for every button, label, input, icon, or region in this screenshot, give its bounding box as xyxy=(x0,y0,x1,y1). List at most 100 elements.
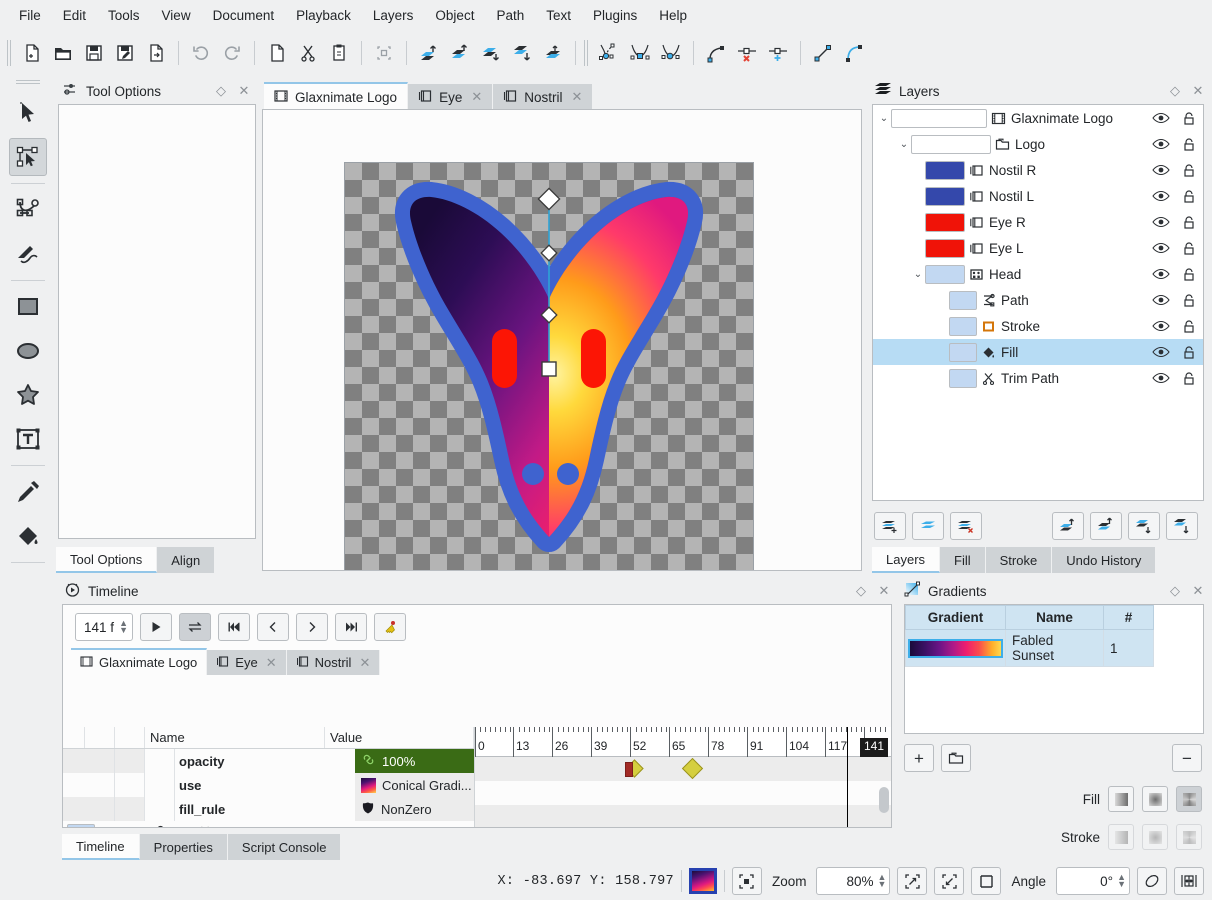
open-file-icon[interactable] xyxy=(48,38,78,68)
visibility-toggle-icon[interactable] xyxy=(1147,137,1175,151)
visibility-toggle-icon[interactable] xyxy=(1147,189,1175,203)
canvas-tab-nostril[interactable]: Nostril ✕ xyxy=(493,84,594,110)
tool-freehand[interactable] xyxy=(9,235,47,273)
save-as-icon[interactable] xyxy=(110,38,140,68)
canvas-tab-glaxnimate-logo[interactable]: Glaxnimate Logo xyxy=(264,82,409,110)
layer-color-swatch[interactable] xyxy=(925,264,965,284)
expand-toggle-icon[interactable]: ⌄ xyxy=(897,139,911,150)
add-gradient-button[interactable]: + xyxy=(904,744,934,772)
canvas-tab-eye[interactable]: Eye ✕ xyxy=(408,84,494,110)
keyframe-lane-opacity[interactable] xyxy=(475,757,891,781)
frame-spinbox[interactable]: 141 f ▲ ▼ xyxy=(75,613,133,641)
layer-color-swatch[interactable] xyxy=(949,316,977,336)
lock-toggle-icon[interactable] xyxy=(1175,319,1203,334)
save-icon[interactable] xyxy=(79,38,109,68)
view-mode-button[interactable] xyxy=(1174,867,1204,895)
tab-properties[interactable]: Properties xyxy=(139,834,228,860)
keyframe-button[interactable] xyxy=(374,613,406,641)
menu-edit[interactable]: Edit xyxy=(52,4,97,27)
go-to-end-button[interactable] xyxy=(335,613,367,641)
layer-row-eye-r[interactable]: Eye R xyxy=(873,209,1203,235)
layer-row-trim-path[interactable]: Trim Path xyxy=(873,365,1203,391)
stroke-conical-gradient[interactable] xyxy=(1176,824,1202,850)
visibility-toggle-icon[interactable] xyxy=(1147,267,1175,281)
stroke-radial-gradient[interactable] xyxy=(1142,824,1168,850)
tool-draw-bezier[interactable] xyxy=(9,191,47,229)
timeline-scrollbar[interactable] xyxy=(879,757,889,823)
tool-edit-nodes[interactable] xyxy=(9,138,47,176)
visibility-toggle-icon[interactable] xyxy=(1147,215,1175,229)
lock-toggle-icon[interactable] xyxy=(1175,293,1203,308)
segment-arc-icon[interactable] xyxy=(839,38,869,68)
lock-toggle-icon[interactable] xyxy=(1175,345,1203,360)
layer-row-eye-l[interactable]: Eye L xyxy=(873,235,1203,261)
gradient-preview-cell[interactable] xyxy=(905,629,1006,667)
delete-layer-button[interactable] xyxy=(950,512,982,540)
close-icon[interactable]: ✕ xyxy=(359,655,370,671)
lower-button[interactable] xyxy=(1128,512,1160,540)
segment-line-icon[interactable] xyxy=(808,38,838,68)
tool-select[interactable] xyxy=(9,94,47,132)
gradient-row[interactable]: Fabled Sunset 1 xyxy=(905,629,1203,667)
lock-toggle-icon[interactable] xyxy=(1175,371,1203,386)
stroke-linear-gradient[interactable] xyxy=(1108,824,1134,850)
group-row[interactable]: ❯ Trim Path xyxy=(175,825,355,827)
layers-tree[interactable]: ⌄ Glaxnimate Logo ⌄ Logo Nostil R Nostil… xyxy=(872,104,1204,501)
float-icon[interactable]: ◇ xyxy=(853,583,869,599)
property-value-cell[interactable]: Conical Gradi... xyxy=(355,773,474,797)
close-icon[interactable]: ✕ xyxy=(471,89,482,105)
close-icon[interactable]: ✕ xyxy=(1190,83,1206,99)
node-smooth-icon[interactable] xyxy=(625,38,655,68)
layer-color-swatch[interactable] xyxy=(925,212,965,232)
new-file-icon[interactable] xyxy=(17,38,47,68)
layer-row-head[interactable]: ⌄ Head xyxy=(873,261,1203,287)
visibility-toggle-icon[interactable] xyxy=(1147,241,1175,255)
visibility-toggle-icon[interactable] xyxy=(1147,319,1175,333)
close-icon[interactable]: ✕ xyxy=(236,83,252,99)
lock-toggle-icon[interactable] xyxy=(1175,241,1203,256)
export-icon[interactable] xyxy=(141,38,171,68)
scrollbar-thumb[interactable] xyxy=(879,787,889,814)
add-layer-button[interactable] xyxy=(874,512,906,540)
zoom-in-button[interactable] xyxy=(897,867,928,895)
float-icon[interactable]: ◇ xyxy=(213,83,229,99)
visibility-toggle-icon[interactable] xyxy=(1147,371,1175,385)
visibility-toggle-icon[interactable] xyxy=(122,825,139,827)
tool-rectangle[interactable] xyxy=(9,288,47,326)
tab-script-console[interactable]: Script Console xyxy=(227,834,342,860)
layer-color-swatch[interactable] xyxy=(949,368,977,388)
layer-row-glaxnimate-logo[interactable]: ⌄ Glaxnimate Logo xyxy=(873,105,1203,131)
keyframe-lane-fill-rule[interactable] xyxy=(475,805,891,827)
keyframe-78[interactable] xyxy=(681,757,704,780)
menu-playback[interactable]: Playback xyxy=(285,4,362,27)
lock-toggle-icon[interactable] xyxy=(1175,267,1203,282)
tab-align[interactable]: Align xyxy=(157,547,216,573)
menu-help[interactable]: Help xyxy=(648,4,698,27)
menu-file[interactable]: File xyxy=(8,4,52,27)
loop-button[interactable] xyxy=(179,613,211,641)
redo-icon[interactable] xyxy=(217,38,247,68)
timeline-tab-glaxnimate-logo[interactable]: Glaxnimate Logo xyxy=(71,648,208,675)
select-all-icon[interactable] xyxy=(369,38,399,68)
keyframe-lane-use[interactable] xyxy=(475,781,891,805)
menu-object[interactable]: Object xyxy=(424,4,485,27)
close-icon[interactable]: ✕ xyxy=(572,89,583,105)
close-icon[interactable]: ✕ xyxy=(266,655,277,671)
expand-toggle-icon[interactable]: ⌄ xyxy=(877,113,891,124)
timeline-ruler[interactable]: 0 13 26 39 52 65 78 91 104 117 141 143 xyxy=(475,727,891,757)
previous-frame-button[interactable] xyxy=(257,613,289,641)
fit-view-button[interactable] xyxy=(971,867,1002,895)
current-gradient-swatch[interactable] xyxy=(688,868,717,894)
play-button[interactable] xyxy=(140,613,172,641)
timeline-row-fill-rule[interactable]: fill_rule NonZero xyxy=(63,797,474,821)
menu-document[interactable]: Document xyxy=(202,4,286,27)
toolbar-grip-2[interactable] xyxy=(583,39,589,66)
angle-spinbox[interactable]: 0° ▲ ▼ xyxy=(1056,867,1130,895)
playhead[interactable] xyxy=(847,727,848,827)
timeline-tab-nostril[interactable]: Nostril ✕ xyxy=(286,650,381,675)
zoom-spinbox[interactable]: 80% ▲ ▼ xyxy=(816,867,891,895)
lock-toggle-icon[interactable] xyxy=(1175,111,1203,126)
flip-view-button[interactable] xyxy=(1137,867,1167,895)
tool-fill[interactable] xyxy=(9,517,47,555)
fit-selection-button[interactable] xyxy=(731,867,762,895)
